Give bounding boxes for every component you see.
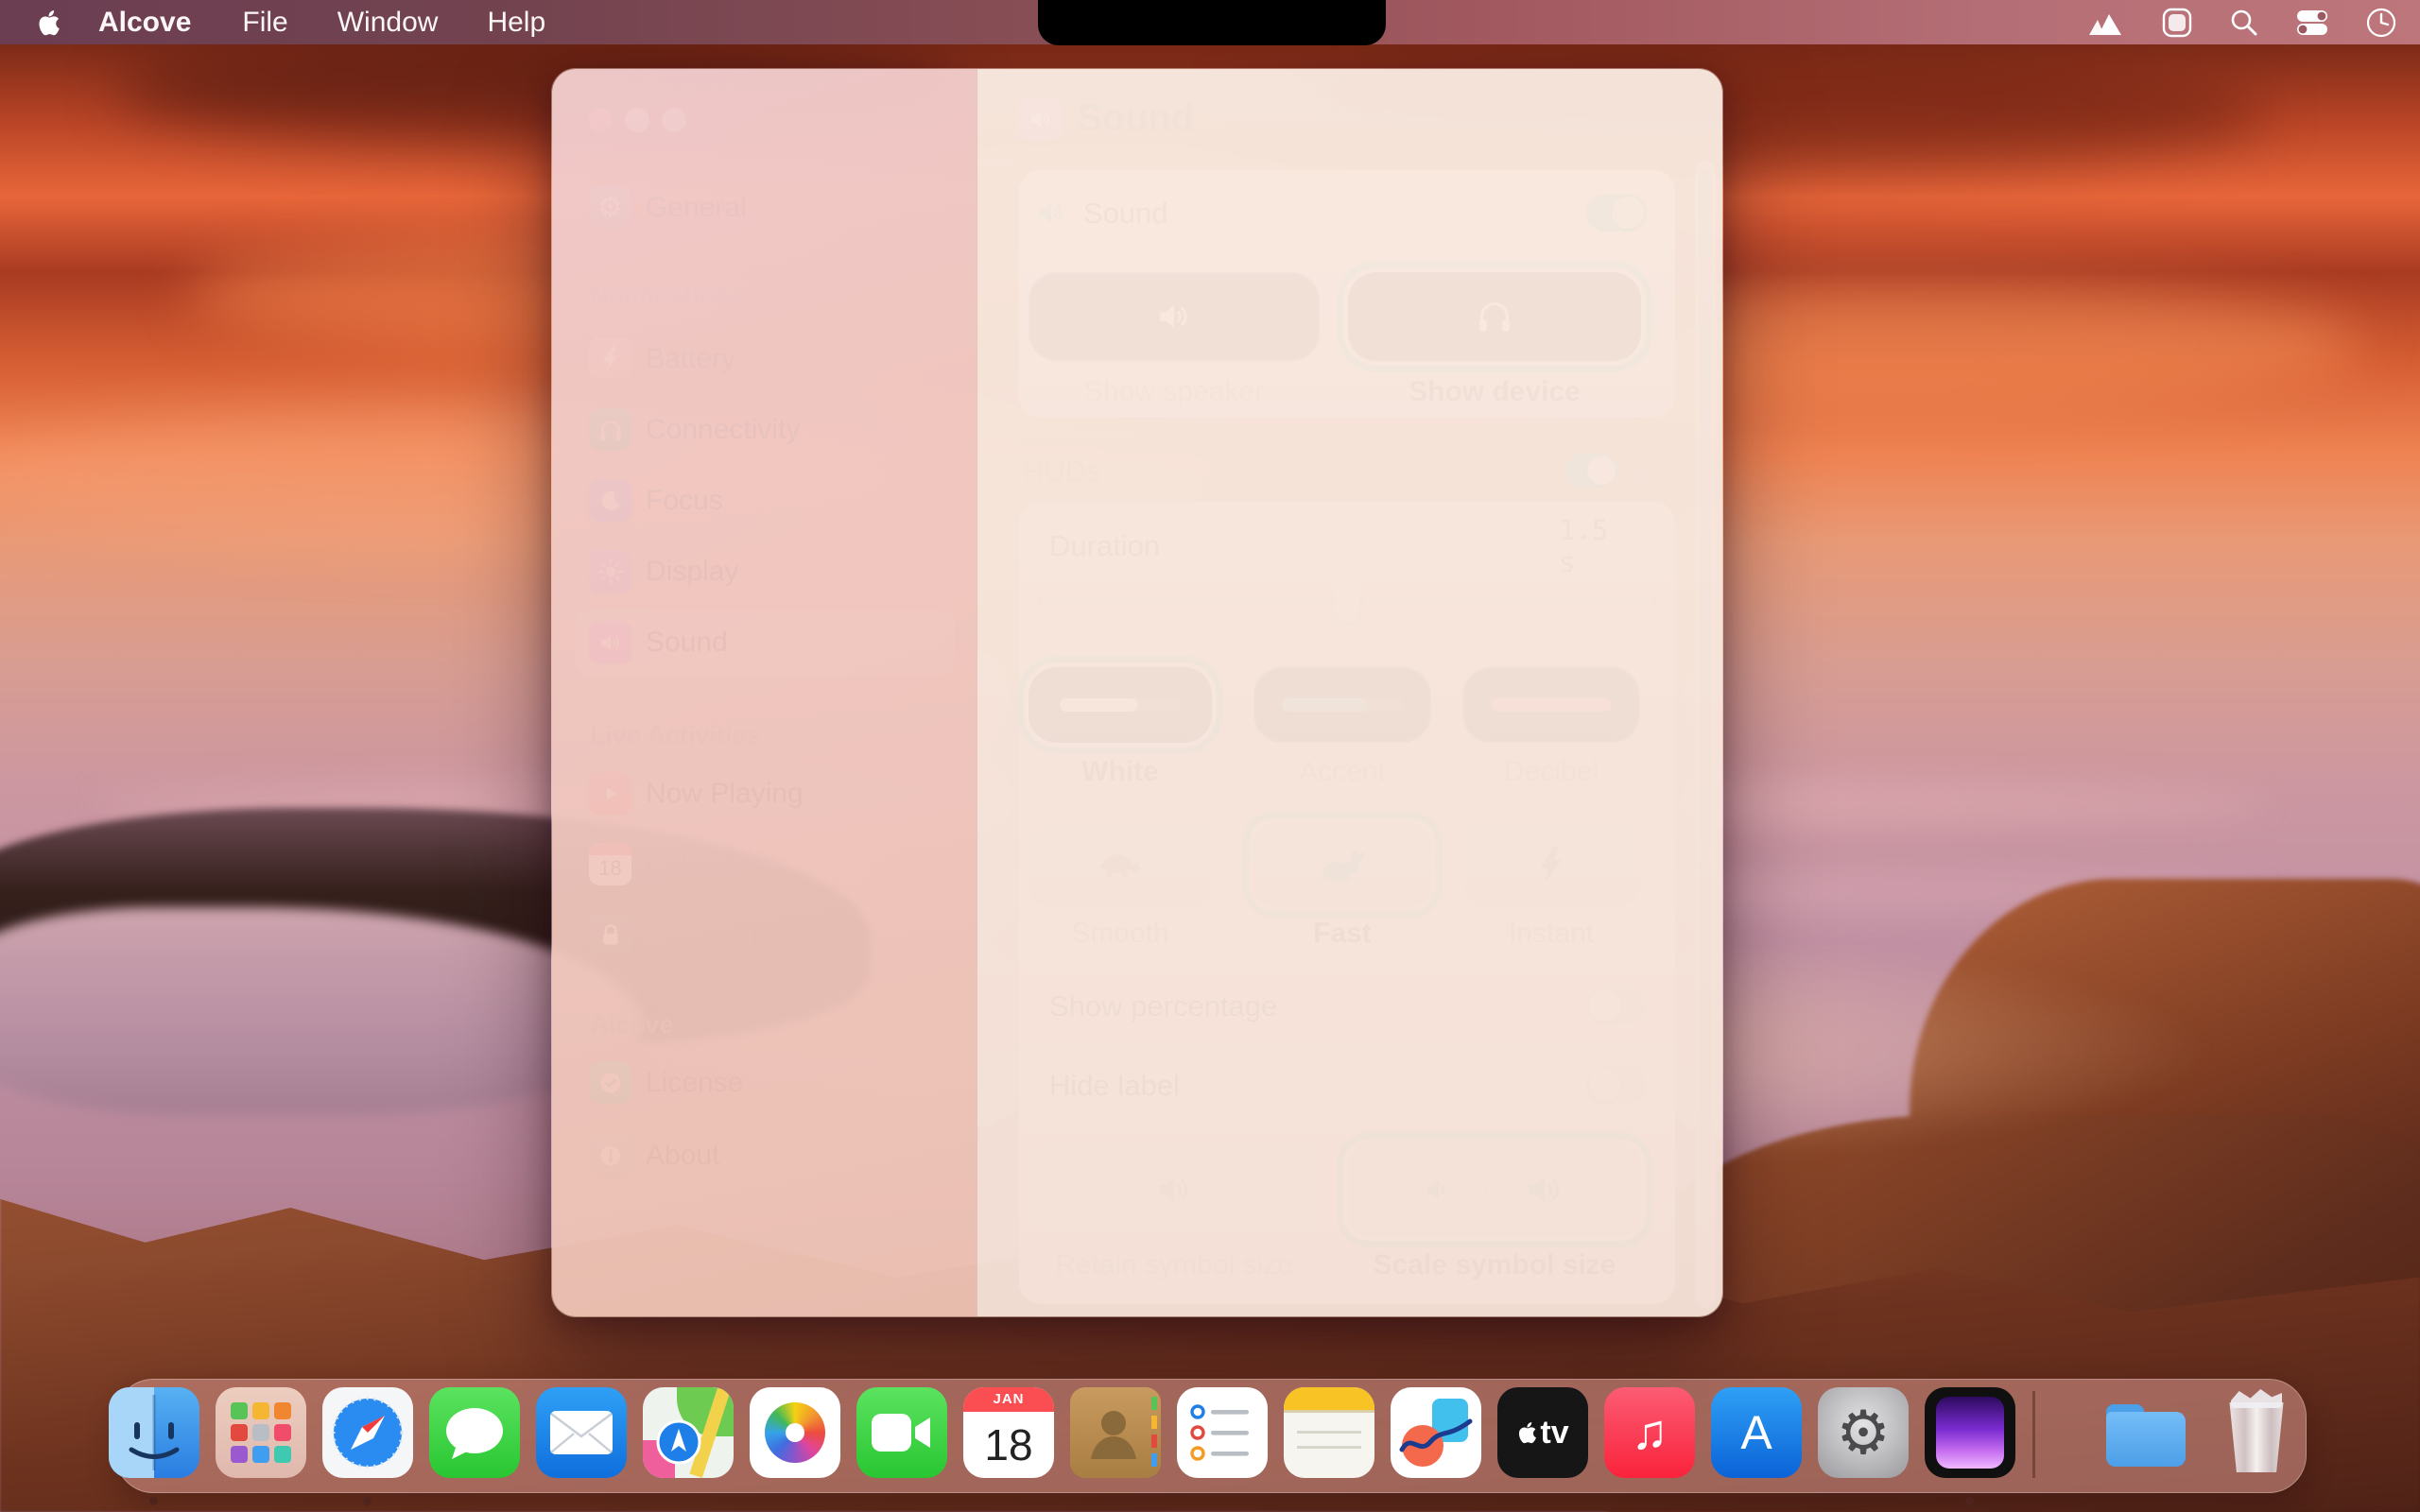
- menu-app-name[interactable]: Alcove: [70, 0, 217, 44]
- menu-help[interactable]: Help: [462, 0, 570, 44]
- dock-divider: [2032, 1391, 2035, 1478]
- running-indicator-finder: [149, 1497, 158, 1505]
- dock-alcove-icon[interactable]: [1925, 1387, 2015, 1478]
- spotlight-search-icon[interactable]: [2229, 8, 2259, 38]
- dock-mail-icon[interactable]: [536, 1387, 627, 1478]
- dock-notes-icon[interactable]: [1284, 1387, 1374, 1478]
- screen-mirroring-icon[interactable]: [2161, 7, 2193, 39]
- dock-system-settings-icon[interactable]: ⚙: [1818, 1387, 1909, 1478]
- wallpaper-icon[interactable]: [2087, 9, 2125, 37]
- dock-contacts-icon[interactable]: [1070, 1387, 1161, 1478]
- apple-menu-icon[interactable]: [36, 8, 60, 38]
- dock-apple-tv-label: tv: [1540, 1415, 1568, 1452]
- sidebar: [552, 69, 977, 1316]
- dock-reminders-icon[interactable]: [1177, 1387, 1268, 1478]
- dock-launchpad-icon[interactable]: [216, 1387, 306, 1478]
- dock-messages-icon[interactable]: [429, 1387, 520, 1478]
- dock-safari-icon[interactable]: [322, 1387, 413, 1478]
- dock-maps-icon[interactable]: [643, 1387, 734, 1478]
- menu-window[interactable]: Window: [313, 0, 463, 44]
- dock-music-icon[interactable]: ♫: [1604, 1387, 1695, 1478]
- dock-apple-tv-icon[interactable]: tv: [1497, 1387, 1588, 1478]
- dock-calendar-icon[interactable]: JAN 18: [963, 1387, 1054, 1478]
- control-center-icon[interactable]: [2295, 9, 2329, 37]
- running-indicator-alcove: [1965, 1497, 1974, 1505]
- gear-icon: ⚙: [1836, 1398, 1890, 1469]
- dock-calendar-day: 18: [963, 1412, 1054, 1478]
- alcove-settings-window: [551, 68, 1723, 1317]
- desktop: Alcove File Window Help: [0, 0, 2420, 1512]
- dock-facetime-icon[interactable]: [856, 1387, 947, 1478]
- dock-trash-icon[interactable]: [2212, 1387, 2303, 1478]
- music-note-icon: ♫: [1632, 1404, 1668, 1461]
- dock-photos-icon[interactable]: [750, 1387, 840, 1478]
- dock-app-store-glyph: A: [1740, 1405, 1772, 1460]
- dock-app-store-icon[interactable]: A: [1711, 1387, 1802, 1478]
- camera-notch: [1038, 0, 1386, 45]
- content-pane: [977, 69, 1723, 1316]
- apple-logo-icon: [1516, 1420, 1537, 1445]
- dock-finder-icon[interactable]: [109, 1387, 199, 1478]
- dock-calendar-month: JAN: [963, 1387, 1054, 1412]
- menu-file[interactable]: File: [217, 0, 312, 44]
- dock-folder-icon[interactable]: [2100, 1387, 2191, 1478]
- running-indicator-safari: [363, 1497, 372, 1505]
- dock-freeform-icon[interactable]: [1391, 1387, 1481, 1478]
- clock-icon[interactable]: [2365, 7, 2397, 39]
